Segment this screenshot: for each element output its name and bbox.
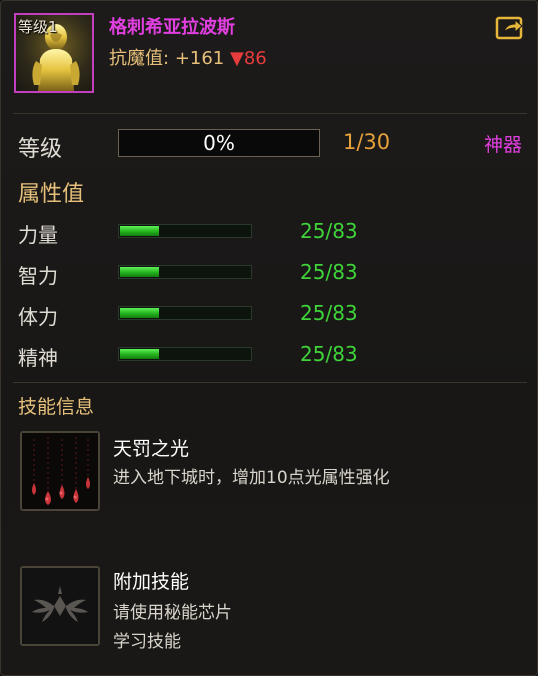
resist-down-value: 86 [243,48,267,69]
wing-emblem-icon [22,568,98,644]
stat-value: 25/83 [300,219,358,243]
stat-label: 精神 [18,346,58,370]
resist-stat: 抗魔值: +161 ▼86 [109,44,267,70]
stat-progress-fill [120,349,159,359]
attributes-divider [13,382,527,383]
item-name: 格刺希亚拉波斯 [109,17,235,38]
stat-progress-bar [118,265,252,279]
skill-name: 天罚之光 [113,438,190,460]
stat-progress-fill [120,308,159,318]
stat-progress-bar [118,306,252,320]
skill-description: 请使用秘能芯片 [113,603,232,623]
skill-name: 附加技能 [113,571,190,593]
resist-plus-value: +161 [174,48,225,69]
level-progress-bar: 0% [118,129,320,157]
stat-value: 25/83 [300,260,358,284]
item-header: 等级1 格刺希亚拉波斯 抗魔值: +161 ▼86 [1,1,537,101]
skills-title: 技能信息 [18,396,95,418]
blood-drops-icon [22,433,98,509]
stat-value: 25/83 [300,301,358,325]
stat-label: 智力 [18,264,58,288]
resist-label: 抗魔值: [109,48,170,69]
stat-progress-fill [120,267,159,277]
stat-progress-fill [120,226,159,236]
portrait-level-label: 等级1 [18,18,58,36]
attributes-title: 属性值 [18,182,85,207]
item-detail-panel: 等级1 格刺希亚拉波斯 抗魔值: +161 ▼86 等级 0% 1/30 神器 … [0,0,538,676]
skill-description: 学习技能 [113,632,181,652]
level-progress-text: 0% [203,131,235,155]
stat-label: 力量 [18,223,58,247]
export-share-icon[interactable] [495,15,525,41]
skill-icon-slot[interactable] [20,566,100,646]
grade-badge: 神器 [484,134,523,156]
resist-down-arrow-icon: ▼ [230,48,244,69]
level-value: 1/30 [343,130,391,154]
level-label: 等级 [18,137,63,162]
skill-description: 进入地下城时，增加10点光属性强化 [113,468,390,488]
stat-label: 体力 [18,305,58,329]
skill-icon-slot[interactable] [20,431,100,511]
item-portrait[interactable]: 等级1 [14,13,94,93]
stat-progress-bar [118,224,252,238]
stat-value: 25/83 [300,342,358,366]
stat-progress-bar [118,347,252,361]
header-divider [13,113,527,114]
